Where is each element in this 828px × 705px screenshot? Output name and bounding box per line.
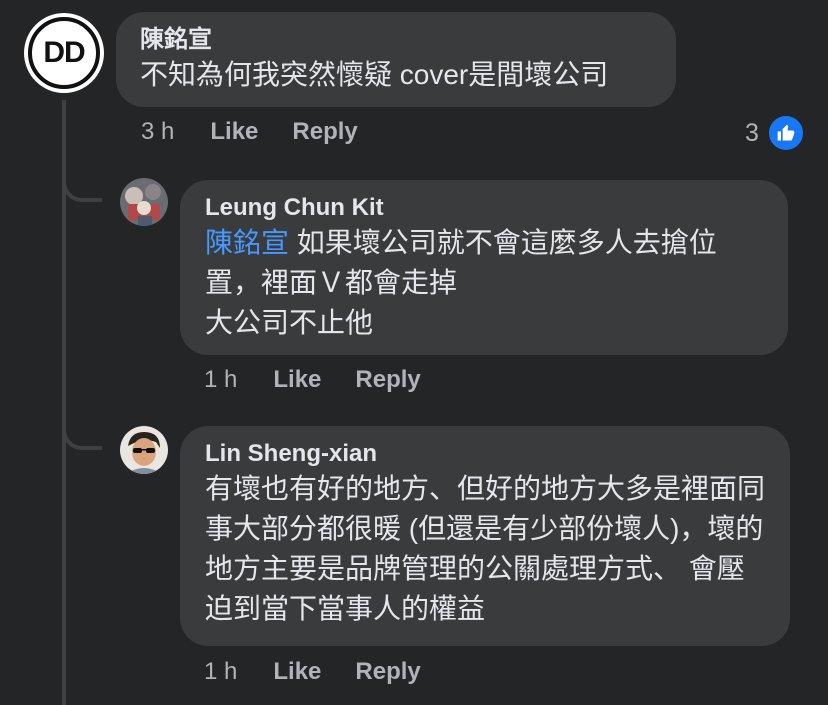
avatar-chen[interactable]: DD xyxy=(24,13,104,93)
comment-author[interactable]: Leung Chun Kit xyxy=(205,193,764,223)
avatar-leung[interactable] xyxy=(120,178,168,226)
comment-timestamp[interactable]: 1 h xyxy=(204,658,237,686)
reply-button[interactable]: Reply xyxy=(355,658,420,686)
reaction-count: 3 xyxy=(745,118,759,147)
comment-bubble-2: Leung Chun Kit 陳銘宣 如果壞公司就不會這麼多人去搶位置，裡面Ｖ都… xyxy=(180,180,788,355)
comment-bubble-3: Lin Sheng-xian 有壞也有好的地方、但好的地方大多是裡面同事大部分都… xyxy=(180,426,790,646)
like-button[interactable]: Like xyxy=(273,658,321,686)
thread-connector-2 xyxy=(62,408,102,450)
comment-timestamp[interactable]: 1 h xyxy=(204,366,237,394)
like-button[interactable]: Like xyxy=(210,118,258,146)
comment-bubble-1: 陳銘宣 不知為何我突然懷疑 cover是間壞公司 xyxy=(116,12,676,107)
avatar-logo-text: DD xyxy=(28,17,100,89)
comment-actions-3: 1 h Like Reply xyxy=(204,658,455,686)
comment-timestamp[interactable]: 3 h xyxy=(141,118,174,146)
thread-connector-1 xyxy=(62,160,102,202)
comment-text: 陳銘宣 如果壞公司就不會這麼多人去搶位置，裡面Ｖ都會走掉 大公司不止他 xyxy=(205,223,764,343)
comment-text: 有壞也有好的地方、但好的地方大多是裡面同事大部分都很暖 (但還是有少部份壞人)，… xyxy=(205,473,766,624)
comment-author[interactable]: Lin Sheng-xian xyxy=(205,439,766,469)
comment-author[interactable]: 陳銘宣 xyxy=(140,25,652,55)
reply-button[interactable]: Reply xyxy=(355,366,420,394)
reaction-summary[interactable]: 3 xyxy=(745,114,805,152)
reply-button[interactable]: Reply xyxy=(292,118,357,146)
comment-actions-2: 1 h Like Reply xyxy=(204,366,455,394)
comment-actions-1: 3 h Like Reply xyxy=(141,118,392,146)
like-button[interactable]: Like xyxy=(273,366,321,394)
mention-link[interactable]: 陳銘宣 xyxy=(205,227,289,258)
thumbs-up-icon xyxy=(766,114,805,152)
comment-text: 不知為何我突然懷疑 cover是間壞公司 xyxy=(140,59,609,90)
avatar-lin[interactable] xyxy=(120,426,168,474)
